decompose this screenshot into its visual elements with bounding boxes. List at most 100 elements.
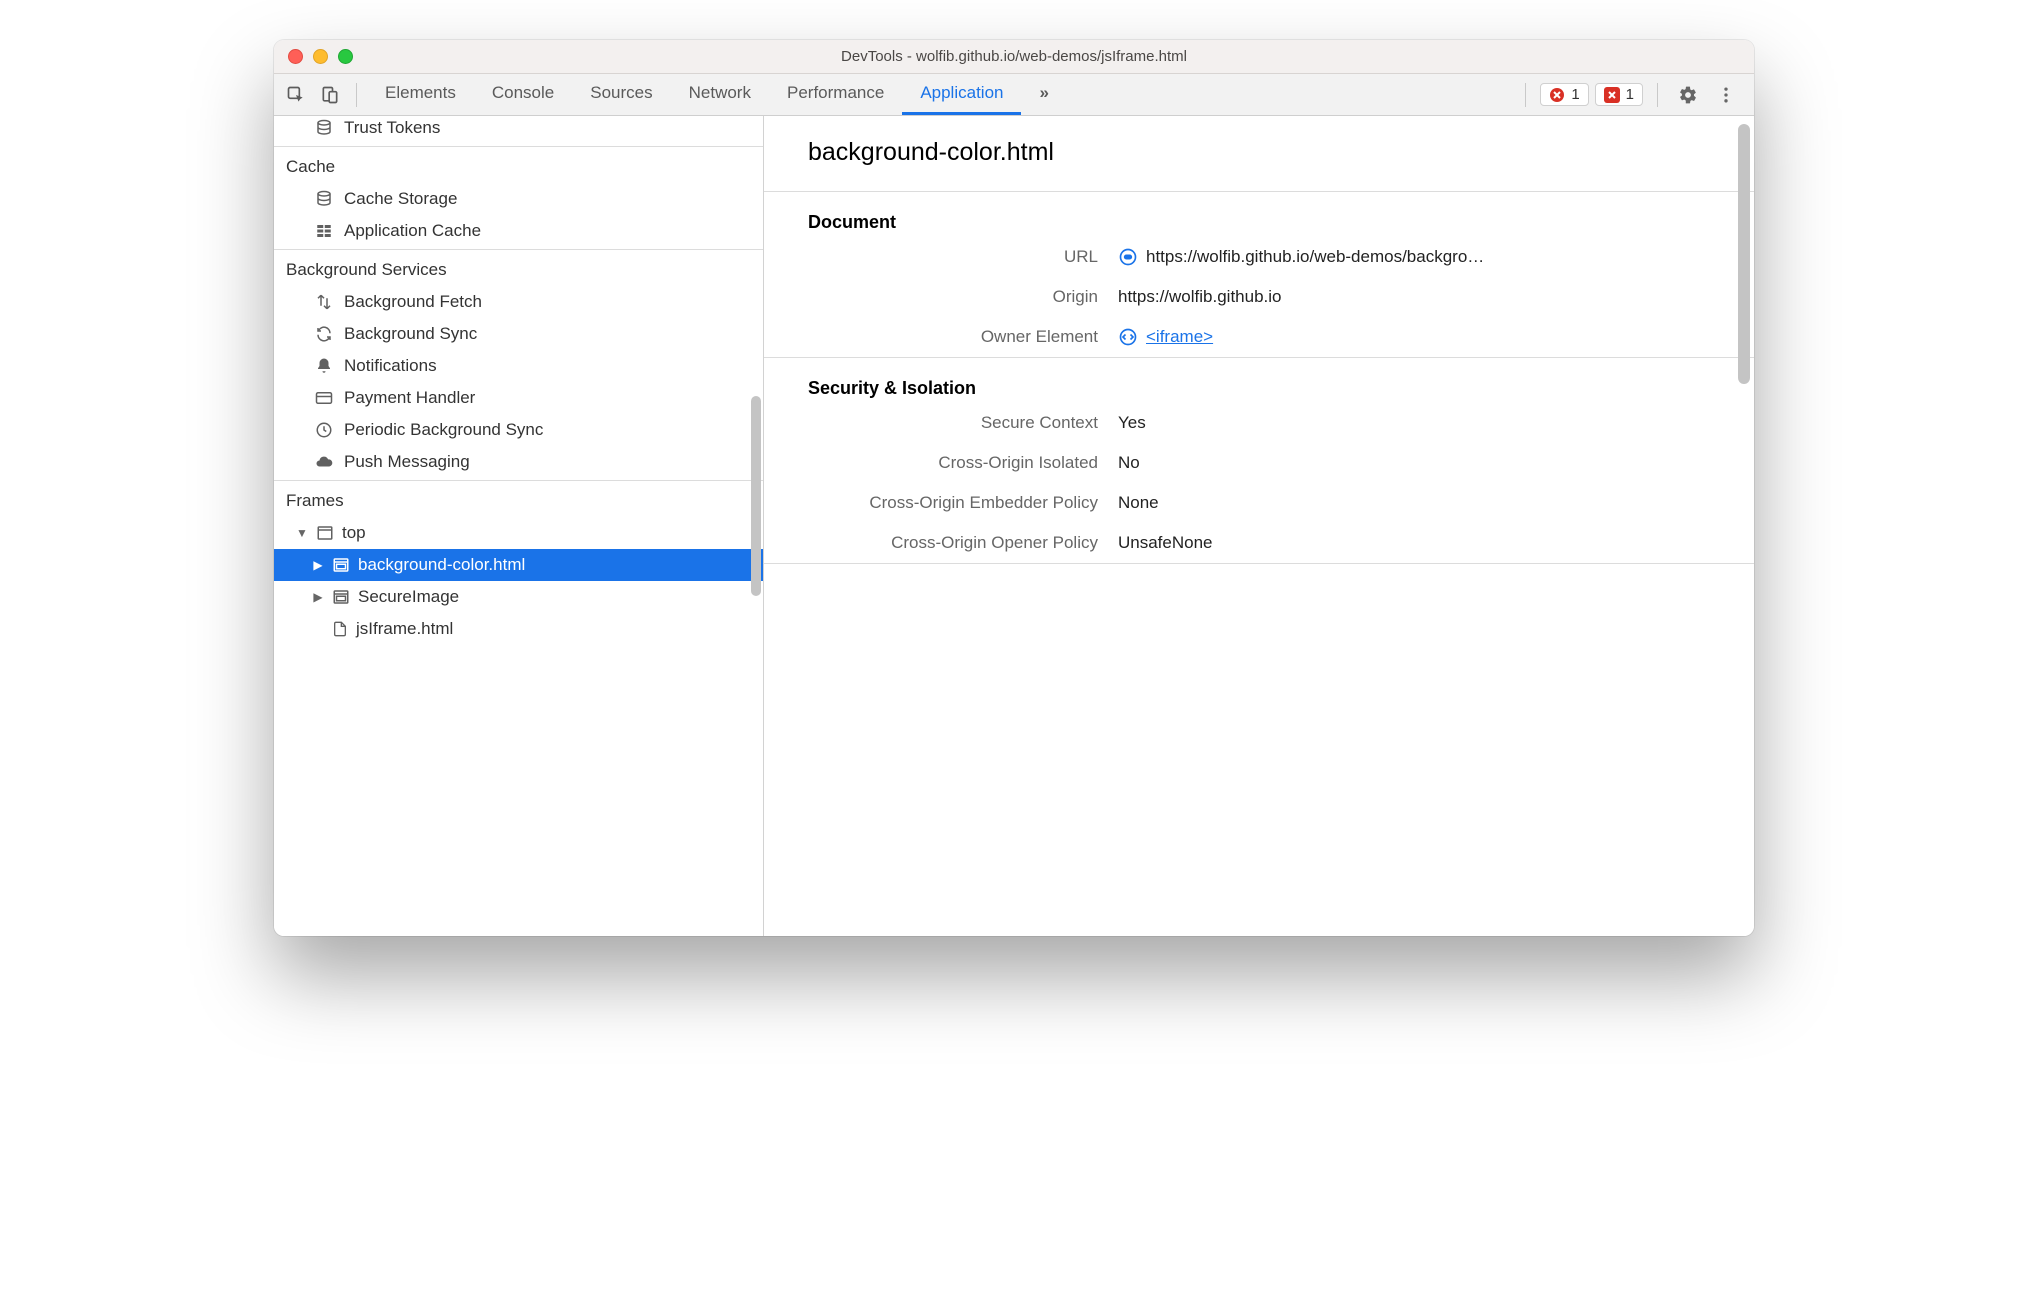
zoom-window-button[interactable] <box>338 49 353 64</box>
card-icon <box>314 388 334 408</box>
frame-row-jsiframe[interactable]: jsIframe.html <box>274 613 763 645</box>
issues-pill[interactable]: 1 <box>1595 83 1643 106</box>
row-coop: Cross-Origin Opener Policy UnsafeNone <box>764 523 1754 563</box>
frame-icon <box>316 524 334 542</box>
sidebar-item-trust-tokens[interactable]: Trust Tokens <box>274 116 763 144</box>
separator <box>1525 83 1526 107</box>
issue-icon <box>1604 87 1620 103</box>
disclosure-triangle-icon[interactable]: ▼ <box>296 526 308 540</box>
code-icon[interactable] <box>1118 327 1138 347</box>
sidebar-item-label: Cache Storage <box>344 189 457 209</box>
scrollbar-thumb[interactable] <box>751 396 761 596</box>
traffic-lights <box>274 49 353 64</box>
database-icon <box>314 118 334 138</box>
inspect-element-icon[interactable] <box>280 79 312 111</box>
tabs-overflow-icon[interactable]: » <box>1021 74 1066 115</box>
file-icon <box>332 620 348 638</box>
sidebar-item-background-sync[interactable]: Background Sync <box>274 318 763 350</box>
sidebar-group-cache: Cache <box>274 147 763 183</box>
panel-tabs: Elements Console Sources Network Perform… <box>367 74 1067 115</box>
application-sidebar: Trust Tokens Cache Cache Storage Applica… <box>274 116 764 936</box>
more-options-icon[interactable] <box>1710 79 1742 111</box>
page-title: background-color.html <box>764 116 1754 191</box>
separator <box>1657 83 1658 107</box>
field-label: Cross-Origin Embedder Policy <box>808 493 1098 513</box>
error-icon <box>1549 87 1565 103</box>
section-header-document: Document <box>764 192 1754 237</box>
field-label: Cross-Origin Opener Policy <box>808 533 1098 553</box>
field-label: Cross-Origin Isolated <box>808 453 1098 473</box>
field-value: Yes <box>1118 413 1146 433</box>
sidebar-item-periodic-background-sync[interactable]: Periodic Background Sync <box>274 414 763 446</box>
sync-icon <box>314 324 334 344</box>
divider <box>764 563 1754 564</box>
scrollbar-thumb[interactable] <box>1738 124 1750 384</box>
issue-count: 1 <box>1626 86 1634 103</box>
row-owner-element: Owner Element <iframe> <box>764 317 1754 357</box>
grid-icon <box>314 221 334 241</box>
field-label: Origin <box>808 287 1098 307</box>
sidebar-item-label: Background Sync <box>344 324 477 344</box>
sidebar-item-notifications[interactable]: Notifications <box>274 350 763 382</box>
disclosure-triangle-icon[interactable]: ▶ <box>312 558 324 572</box>
frame-label: jsIframe.html <box>356 619 453 639</box>
transfer-icon <box>314 292 334 312</box>
sidebar-item-payment-handler[interactable]: Payment Handler <box>274 382 763 414</box>
sidebar-item-label: Background Fetch <box>344 292 482 312</box>
devtools-window: DevTools - wolfib.github.io/web-demos/js… <box>274 40 1754 936</box>
minimize-window-button[interactable] <box>313 49 328 64</box>
tab-console[interactable]: Console <box>474 74 572 115</box>
field-value: UnsafeNone <box>1118 533 1213 553</box>
tab-application[interactable]: Application <box>902 74 1021 115</box>
frame-label: background-color.html <box>358 555 525 575</box>
panel-body: Trust Tokens Cache Cache Storage Applica… <box>274 116 1754 936</box>
owner-element-link[interactable]: <iframe> <box>1146 327 1213 347</box>
iframe-icon <box>332 556 350 574</box>
row-origin: Origin https://wolfib.github.io <box>764 277 1754 317</box>
cloud-icon <box>314 452 334 472</box>
close-window-button[interactable] <box>288 49 303 64</box>
field-label: Secure Context <box>808 413 1098 433</box>
tab-performance[interactable]: Performance <box>769 74 902 115</box>
row-cross-origin-isolated: Cross-Origin Isolated No <box>764 443 1754 483</box>
frame-row-background-color[interactable]: ▶ background-color.html <box>274 549 763 581</box>
field-value: None <box>1118 493 1159 513</box>
sidebar-item-background-fetch[interactable]: Background Fetch <box>274 286 763 318</box>
frame-label: top <box>342 523 366 543</box>
settings-icon[interactable] <box>1672 79 1704 111</box>
row-coep: Cross-Origin Embedder Policy None <box>764 483 1754 523</box>
error-count: 1 <box>1571 86 1579 103</box>
sidebar-item-push-messaging[interactable]: Push Messaging <box>274 446 763 478</box>
iframe-icon <box>332 588 350 606</box>
sidebar-item-cache-storage[interactable]: Cache Storage <box>274 183 763 215</box>
frame-detail-panel: background-color.html Document URL https… <box>764 116 1754 936</box>
frame-label: SecureImage <box>358 587 459 607</box>
window-titlebar: DevTools - wolfib.github.io/web-demos/js… <box>274 40 1754 74</box>
devtools-tabbar: Elements Console Sources Network Perform… <box>274 74 1754 116</box>
tabbar-right: 1 1 <box>1517 79 1748 111</box>
sidebar-item-label: Application Cache <box>344 221 481 241</box>
frame-row-secureimage[interactable]: ▶ SecureImage <box>274 581 763 613</box>
sidebar-group-background-services: Background Services <box>274 250 763 286</box>
sidebar-item-label: Trust Tokens <box>344 118 440 138</box>
frame-row-top[interactable]: ▼ top <box>274 517 763 549</box>
sidebar-scroll-area[interactable]: Trust Tokens Cache Cache Storage Applica… <box>274 116 763 936</box>
tab-sources[interactable]: Sources <box>572 74 670 115</box>
tab-elements[interactable]: Elements <box>367 74 474 115</box>
field-label: Owner Element <box>808 327 1098 347</box>
database-icon <box>314 189 334 209</box>
device-toolbar-icon[interactable] <box>314 79 346 111</box>
field-value: No <box>1118 453 1140 473</box>
section-header-security: Security & Isolation <box>764 358 1754 403</box>
reveal-icon[interactable] <box>1118 247 1138 267</box>
row-url: URL https://wolfib.github.io/web-demos/b… <box>764 237 1754 277</box>
clock-icon <box>314 420 334 440</box>
sidebar-item-application-cache[interactable]: Application Cache <box>274 215 763 247</box>
errors-pill[interactable]: 1 <box>1540 83 1588 106</box>
window-title: DevTools - wolfib.github.io/web-demos/js… <box>274 48 1754 65</box>
disclosure-triangle-icon[interactable]: ▶ <box>312 590 324 604</box>
field-value: https://wolfib.github.io <box>1118 287 1281 307</box>
main-scroll-area[interactable]: background-color.html Document URL https… <box>764 116 1754 936</box>
sidebar-item-label: Notifications <box>344 356 437 376</box>
tab-network[interactable]: Network <box>671 74 769 115</box>
